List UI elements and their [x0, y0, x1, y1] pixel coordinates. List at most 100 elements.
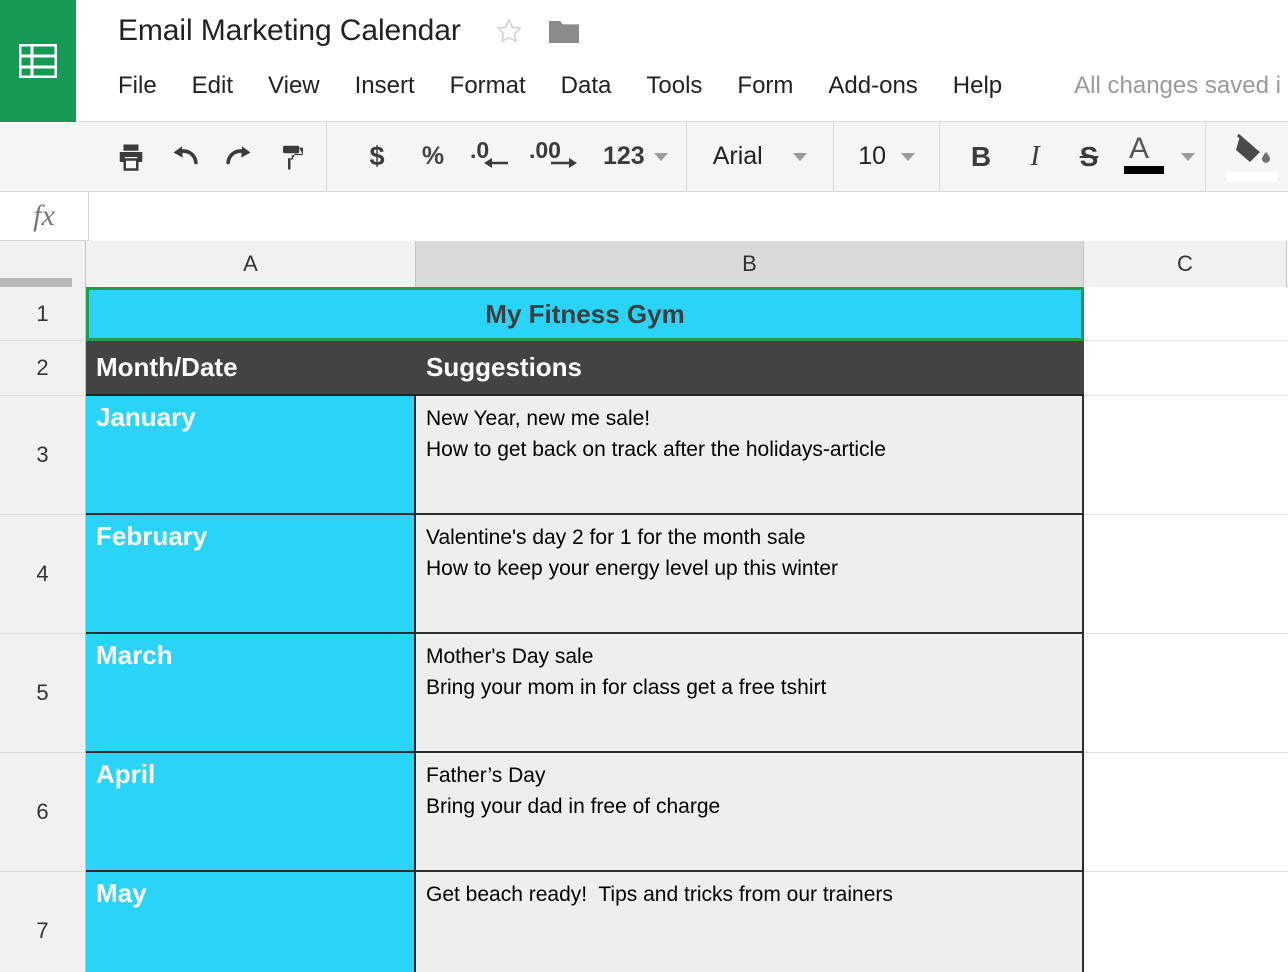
- font-size-select[interactable]: 10: [834, 122, 940, 191]
- italic-button[interactable]: I: [1008, 130, 1062, 184]
- month-label: May: [96, 878, 147, 908]
- bold-button[interactable]: B: [954, 130, 1008, 184]
- cell-a4[interactable]: February: [86, 515, 416, 634]
- decrease-decimal-button[interactable]: .0: [461, 130, 523, 184]
- cell-c4[interactable]: [1084, 515, 1288, 634]
- text-color-button[interactable]: A: [1116, 130, 1172, 184]
- suggestion-cell: Valentine's day 2 for 1 for the month sa…: [416, 515, 1084, 634]
- row-header-6[interactable]: 6: [0, 753, 85, 872]
- sheets-logo[interactable]: [0, 0, 76, 122]
- cell-c5[interactable]: [1084, 634, 1288, 753]
- menu-bar: File Edit View Insert Format Data Tools …: [118, 72, 1281, 100]
- strikethrough-button[interactable]: S: [1062, 130, 1116, 184]
- more-formats-label: 123: [603, 142, 645, 170]
- print-button[interactable]: [104, 130, 158, 184]
- menu-item-help[interactable]: Help: [953, 72, 1002, 100]
- toolbar-group-number: $ % .0 .00 123: [327, 122, 687, 191]
- app-header: Email Marketing Calendar File Edit View …: [0, 0, 1288, 122]
- row-header-2[interactable]: 2: [0, 341, 85, 396]
- suggestion-line: Bring your dad in free of charge: [426, 794, 721, 818]
- column-header-c[interactable]: C: [1084, 241, 1287, 287]
- merged-banner-cell[interactable]: My Fitness Gym: [86, 287, 1084, 341]
- cell-b6[interactable]: Father’s Day Bring your dad in free of c…: [416, 753, 1084, 872]
- row-header-5[interactable]: 5: [0, 634, 85, 753]
- chevron-down-icon: [901, 152, 915, 161]
- column-header-b[interactable]: B: [416, 241, 1084, 287]
- paint-format-button[interactable]: [266, 130, 320, 184]
- formula-input[interactable]: [88, 191, 1288, 241]
- undo-button[interactable]: [158, 130, 212, 184]
- suggestion-line: New Year, new me sale!: [426, 407, 651, 430]
- column-header-row: A B C: [0, 241, 1288, 287]
- redo-button[interactable]: [212, 130, 266, 184]
- cells-area: My Fitness Gym Month/Date Suggestions Ja…: [86, 287, 1288, 972]
- month-cell: March: [86, 634, 416, 753]
- menu-item-file[interactable]: File: [118, 72, 157, 100]
- fill-color-swatch: [1226, 170, 1278, 182]
- menu-item-format[interactable]: Format: [450, 72, 526, 100]
- row-header-1[interactable]: 1: [0, 287, 85, 341]
- grid-row-2: Month/Date Suggestions: [86, 341, 1288, 396]
- cell-c3[interactable]: [1084, 396, 1288, 515]
- fill-color-button[interactable]: [1222, 130, 1282, 184]
- row-header-column: 1 2 3 4 5 6 7: [0, 287, 86, 972]
- month-label: February: [96, 521, 208, 551]
- cell-b3[interactable]: New Year, new me sale! How to get back o…: [416, 396, 1084, 515]
- menu-item-insert[interactable]: Insert: [355, 72, 415, 100]
- menu-item-form[interactable]: Form: [737, 72, 793, 100]
- table-header-suggestions: Suggestions: [416, 341, 1084, 396]
- star-outline-icon[interactable]: [495, 17, 523, 45]
- menu-item-view[interactable]: View: [268, 72, 320, 100]
- cell-a1-merged[interactable]: My Fitness Gym: [86, 287, 1084, 341]
- menu-item-data[interactable]: Data: [561, 72, 612, 100]
- month-label: March: [96, 640, 173, 670]
- cell-a2[interactable]: Month/Date: [86, 341, 416, 396]
- toolbar-group-fill: [1206, 122, 1288, 191]
- row-header-3[interactable]: 3: [0, 396, 85, 515]
- more-formats-button[interactable]: 123: [593, 122, 674, 191]
- month-label: April: [96, 759, 156, 789]
- arrow-right-icon: [551, 157, 577, 168]
- suggestion-cell: Mother's Day sale Bring your mom in for …: [416, 634, 1084, 753]
- increase-decimal-button[interactable]: .00: [523, 130, 593, 184]
- row-header-7[interactable]: 7: [0, 872, 85, 972]
- cell-a7[interactable]: May: [86, 872, 416, 972]
- column-header-a[interactable]: A: [86, 241, 416, 287]
- menu-item-edit[interactable]: Edit: [192, 72, 233, 100]
- cell-a5[interactable]: March: [86, 634, 416, 753]
- row-header-4[interactable]: 4: [0, 515, 85, 634]
- folder-icon[interactable]: [548, 19, 579, 43]
- chevron-down-icon[interactable]: [1181, 152, 1195, 161]
- month-label: January: [96, 402, 196, 432]
- page-title[interactable]: Email Marketing Calendar: [118, 14, 461, 48]
- cell-c1[interactable]: [1084, 287, 1288, 341]
- suggestion-line: Father’s Day: [426, 764, 546, 787]
- grid-row-1: My Fitness Gym: [86, 287, 1288, 341]
- menu-item-addons[interactable]: Add-ons: [828, 72, 917, 100]
- cell-b4[interactable]: Valentine's day 2 for 1 for the month sa…: [416, 515, 1084, 634]
- currency-format-button[interactable]: $: [349, 130, 405, 184]
- cell-b5[interactable]: Mother's Day sale Bring your mom in for …: [416, 634, 1084, 753]
- text-color-swatch: [1124, 165, 1164, 174]
- cell-c7[interactable]: [1084, 872, 1288, 972]
- save-status-text: All changes saved i: [1074, 72, 1281, 99]
- suggestion-line: How to keep your energy level up this wi…: [426, 556, 839, 580]
- select-all-corner[interactable]: [0, 241, 86, 287]
- cell-b2[interactable]: Suggestions: [416, 341, 1084, 396]
- cell-c6[interactable]: [1084, 753, 1288, 872]
- undo-icon: [173, 145, 198, 164]
- suggestion-line: Mother's Day sale: [426, 645, 594, 668]
- grid-row-7: May Get beach ready! Tips and tricks fro…: [86, 872, 1288, 972]
- grid-row-4: February Valentine's day 2 for 1 for the…: [86, 515, 1288, 634]
- chevron-down-icon: [793, 152, 808, 161]
- font-name-select[interactable]: Arial: [687, 122, 835, 191]
- banner-text: My Fitness Gym: [485, 298, 685, 329]
- cell-a6[interactable]: April: [86, 753, 416, 872]
- cell-a3[interactable]: January: [86, 396, 416, 515]
- arrow-left-icon: [484, 157, 508, 168]
- cell-c2[interactable]: [1084, 341, 1288, 396]
- menu-item-tools[interactable]: Tools: [646, 72, 702, 100]
- chevron-down-icon: [653, 152, 668, 161]
- cell-b7[interactable]: Get beach ready! Tips and tricks from ou…: [416, 872, 1084, 972]
- percent-format-button[interactable]: %: [405, 130, 461, 184]
